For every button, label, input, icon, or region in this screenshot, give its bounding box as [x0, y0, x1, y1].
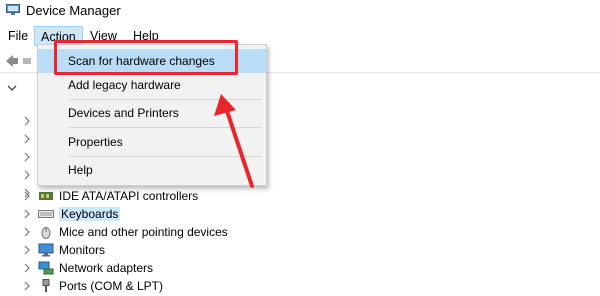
tree-item-network[interactable]: Network adapters: [22, 259, 153, 277]
menu-separator: [68, 99, 262, 100]
tree-item-ide[interactable]: IDE ATA/ATAPI controllers: [22, 187, 198, 205]
chevron-right-icon[interactable]: [22, 116, 32, 126]
menu-item-add-legacy[interactable]: Add legacy hardware: [38, 73, 266, 97]
menu-item-label: Properties: [68, 135, 123, 149]
port-icon: [42, 279, 50, 292]
tree-item-label: Mice and other pointing devices: [59, 225, 228, 239]
chevron-right-icon[interactable]: [22, 281, 32, 291]
menu-item-label: Add legacy hardware: [68, 78, 181, 92]
chevron-right-icon[interactable]: [22, 227, 32, 237]
tree-item-keyboards[interactable]: Keyboards: [22, 205, 121, 223]
highlight-box: [54, 40, 238, 75]
chevron-right-icon[interactable]: [22, 263, 32, 273]
tree-row[interactable]: [22, 166, 38, 184]
back-arrow-icon[interactable]: [4, 53, 20, 69]
menu-separator: [68, 127, 262, 128]
title-bar: Device Manager: [0, 0, 600, 22]
tree-item-label: Monitors: [59, 243, 106, 257]
tree-item-label: Network adapters: [59, 261, 154, 275]
tree-row[interactable]: [22, 130, 38, 148]
chevron-right-icon[interactable]: [22, 134, 32, 144]
chevron-right-icon[interactable]: [22, 170, 32, 180]
menu-item-label: Devices and Printers: [68, 106, 179, 120]
tree-row[interactable]: [22, 112, 38, 130]
tree-item-ports[interactable]: Ports (COM & LPT): [22, 277, 163, 295]
tree-root[interactable]: [6, 82, 18, 98]
chevron-right-icon[interactable]: [22, 245, 32, 255]
chevron-right-icon[interactable]: [22, 152, 32, 162]
tree-item-monitors[interactable]: Monitors: [22, 241, 105, 259]
monitor-icon: [38, 243, 54, 257]
keyboard-icon: [38, 210, 54, 218]
menu-item-label: Help: [68, 163, 93, 177]
chevron-down-icon[interactable]: [6, 83, 18, 93]
forward-icon[interactable]: [22, 53, 32, 69]
menu-file[interactable]: File: [2, 26, 34, 46]
menu-item-help[interactable]: Help: [38, 158, 266, 182]
tree-row[interactable]: [22, 148, 38, 166]
window-title: Device Manager: [26, 3, 121, 18]
tree-item-label: IDE ATA/ATAPI controllers: [59, 189, 199, 203]
device-manager-icon: [6, 4, 20, 15]
menu-separator: [68, 156, 262, 157]
chevron-right-icon[interactable]: [22, 191, 32, 201]
tree-item-label: Ports (COM & LPT): [59, 279, 164, 293]
chevron-right-icon[interactable]: [22, 209, 32, 219]
menu-item-properties[interactable]: Properties: [38, 130, 266, 154]
tree-item-label: Keyboards: [59, 207, 121, 221]
menu-item-devices-printers[interactable]: Devices and Printers: [38, 101, 266, 125]
ide-controller-icon: [39, 192, 53, 200]
tree-item-mice[interactable]: Mice and other pointing devices: [22, 223, 228, 241]
network-adapter-icon: [38, 261, 54, 275]
mouse-icon: [41, 227, 51, 239]
